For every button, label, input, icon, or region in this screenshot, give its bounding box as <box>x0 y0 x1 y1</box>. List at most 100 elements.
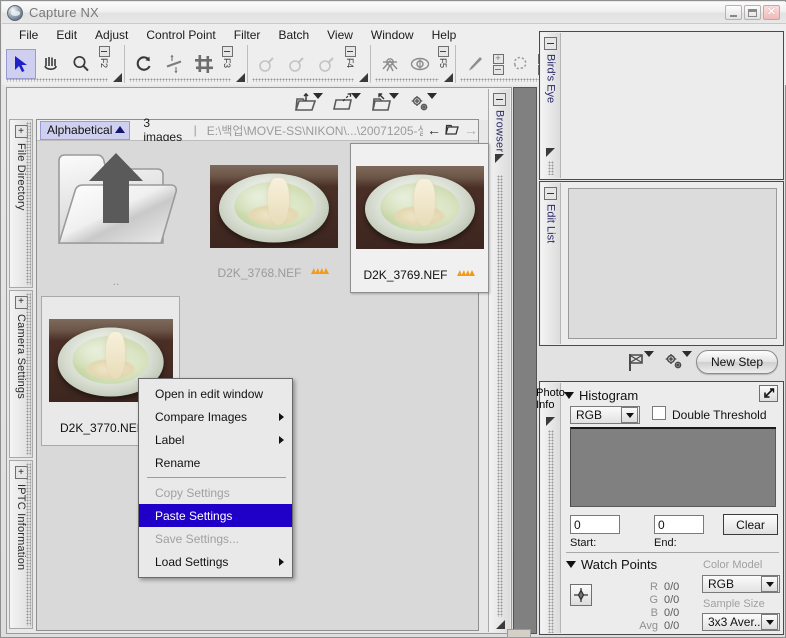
move-to-folder-icon[interactable] <box>287 90 325 118</box>
batch-settings-icon[interactable] <box>401 90 439 118</box>
double-threshold-checkbox[interactable] <box>652 406 666 420</box>
toolbar-fkey-f4[interactable]: F4 <box>343 46 357 82</box>
brush-size-stepper[interactable]: + <box>491 49 505 79</box>
selection-brush-icon[interactable] <box>460 49 490 79</box>
thumbnail-parent-folder[interactable]: .. <box>41 143 191 290</box>
minimize-icon[interactable] <box>725 5 742 20</box>
menu-view[interactable]: View <box>318 26 362 44</box>
browser-resize-handle[interactable] <box>495 617 505 629</box>
black-control-point-icon[interactable] <box>252 49 282 79</box>
chevron-down-icon[interactable] <box>682 351 692 357</box>
crop-icon[interactable] <box>189 49 219 79</box>
collapse-icon[interactable] <box>544 37 557 50</box>
chevron-down-icon[interactable] <box>761 614 778 630</box>
nav-folder-icon[interactable] <box>445 123 460 138</box>
settings-gears-icon[interactable] <box>658 349 692 375</box>
photo-info-grip[interactable] <box>545 417 556 427</box>
histogram-end-input[interactable]: 0 <box>654 515 704 534</box>
watch-points-section-header[interactable]: Watch Points <box>566 557 657 572</box>
copy-to-folder-icon[interactable] <box>325 90 363 118</box>
lasso-marquee-icon[interactable] <box>505 49 535 79</box>
chevron-down-icon[interactable] <box>761 576 778 592</box>
photo-info-vertical-tab[interactable]: Photo Info <box>536 383 565 633</box>
thumbnail-item-d2k-3768[interactable]: D2K_3768.NEF <box>205 143 342 290</box>
birds-eye-preview[interactable] <box>564 37 778 174</box>
disclosure-triangle-icon[interactable] <box>566 561 576 568</box>
watch-point-row-value: 0/0 <box>664 607 680 619</box>
collapse-icon[interactable] <box>493 93 506 106</box>
context-menu-item-open-in-edit-window[interactable]: Open in edit window <box>139 382 292 405</box>
chevron-down-icon[interactable] <box>427 93 437 99</box>
menu-item-label: Load Settings <box>155 554 229 569</box>
horizontal-scrollbar-stub[interactable] <box>507 629 531 638</box>
histogram-channel-select[interactable]: RGB <box>570 406 640 424</box>
direct-select-arrow-icon[interactable] <box>6 49 36 79</box>
chevron-down-icon[interactable] <box>389 93 399 99</box>
toolbar-fkey-f3[interactable]: F3 <box>220 46 234 82</box>
menu-edit[interactable]: Edit <box>47 26 86 44</box>
rotate-icon[interactable] <box>129 49 159 79</box>
straighten-icon[interactable] <box>159 49 189 79</box>
menu-help[interactable]: Help <box>423 26 466 44</box>
birds-eye-grip[interactable] <box>545 148 556 158</box>
maximize-icon[interactable] <box>744 5 761 20</box>
watch-point-target-icon[interactable] <box>570 584 592 606</box>
expand-arrow-icon[interactable] <box>759 385 778 402</box>
menu-batch[interactable]: Batch <box>269 26 318 44</box>
toolbar-resize-handle[interactable] <box>113 73 122 82</box>
nav-back-icon[interactable]: ← <box>427 123 441 137</box>
chevron-down-icon[interactable] <box>351 93 361 99</box>
chevron-down-icon[interactable] <box>621 407 638 423</box>
context-menu-item-compare-images[interactable]: Compare Images <box>139 405 292 428</box>
red-eye-correction-icon[interactable] <box>375 49 405 79</box>
sidebar-item-camera-settings[interactable]: + Camera Settings <box>9 289 33 459</box>
context-menu-item-label[interactable]: Label <box>139 428 292 451</box>
menu-file[interactable]: File <box>10 26 47 44</box>
sort-order-button[interactable]: Alphabetical <box>40 120 131 140</box>
chevron-down-icon[interactable] <box>644 351 654 357</box>
collapse-icon[interactable] <box>544 187 557 200</box>
histogram-graph[interactable] <box>570 427 776 507</box>
menu-filter[interactable]: Filter <box>225 26 270 44</box>
hand-pan-icon[interactable] <box>36 49 66 79</box>
chevron-down-icon[interactable] <box>313 93 323 99</box>
browser-grip-top[interactable] <box>494 154 505 164</box>
context-menu-item-load-settings[interactable]: Load Settings <box>139 550 292 573</box>
toolbar-resize-handle[interactable] <box>444 73 453 82</box>
menu-control-point[interactable]: Control Point <box>137 26 224 44</box>
neutral-control-point-icon[interactable] <box>282 49 312 79</box>
toolbar-resize-handle[interactable] <box>359 73 368 82</box>
toolbar-resize-handle[interactable] <box>236 73 245 82</box>
context-menu-item-rename[interactable]: Rename <box>139 451 292 474</box>
zoom-magnifier-icon[interactable] <box>66 49 96 79</box>
sample-size-select[interactable]: 3x3 Aver... <box>702 613 780 631</box>
context-menu[interactable]: Open in edit window Compare Images Label… <box>138 378 293 578</box>
toolbar-fkey-f2[interactable]: F2 <box>97 46 111 82</box>
histogram-start-input[interactable]: 0 <box>570 515 620 534</box>
thumbnail-name: D2K_3769.NEF <box>363 268 448 282</box>
color-model-select[interactable]: RGB <box>702 575 780 593</box>
nav-forward-icon[interactable]: → <box>464 123 478 137</box>
new-step-button[interactable]: New Step <box>696 350 778 374</box>
browser-vertical-tab[interactable]: Browser <box>488 89 510 632</box>
disclosure-triangle-icon[interactable] <box>564 391 574 399</box>
white-control-point-icon[interactable] <box>312 49 342 79</box>
menu-window[interactable]: Window <box>362 26 423 44</box>
birds-eye-vertical-tab[interactable]: Bird's Eye <box>541 33 561 178</box>
histogram-section-header[interactable]: Histogram <box>564 386 779 404</box>
browser-dot-strip <box>496 175 503 617</box>
thumbnail-item-d2k-3769[interactable]: D2K_3769.NEF <box>350 143 489 293</box>
close-icon[interactable]: ✕ <box>763 5 780 20</box>
edit-list-vertical-tab[interactable]: Edit List <box>541 183 561 344</box>
histogram-clear-button[interactable]: Clear <box>723 514 778 535</box>
open-folder-icon[interactable] <box>363 90 401 118</box>
watch-point-row-label: B <box>650 607 658 619</box>
auto-retouch-brush-icon[interactable] <box>405 49 435 79</box>
edit-list-steps-area[interactable] <box>568 188 777 339</box>
menu-adjust[interactable]: Adjust <box>86 26 137 44</box>
panel-divider-gutter[interactable] <box>513 87 537 634</box>
context-menu-item-paste-settings[interactable]: Paste Settings <box>139 504 292 527</box>
apply-flag-icon[interactable] <box>620 349 654 375</box>
sidebar-item-file-directory[interactable]: + File Directory <box>9 119 33 288</box>
sidebar-item-iptc-information[interactable]: + IPTC Information <box>9 460 33 630</box>
